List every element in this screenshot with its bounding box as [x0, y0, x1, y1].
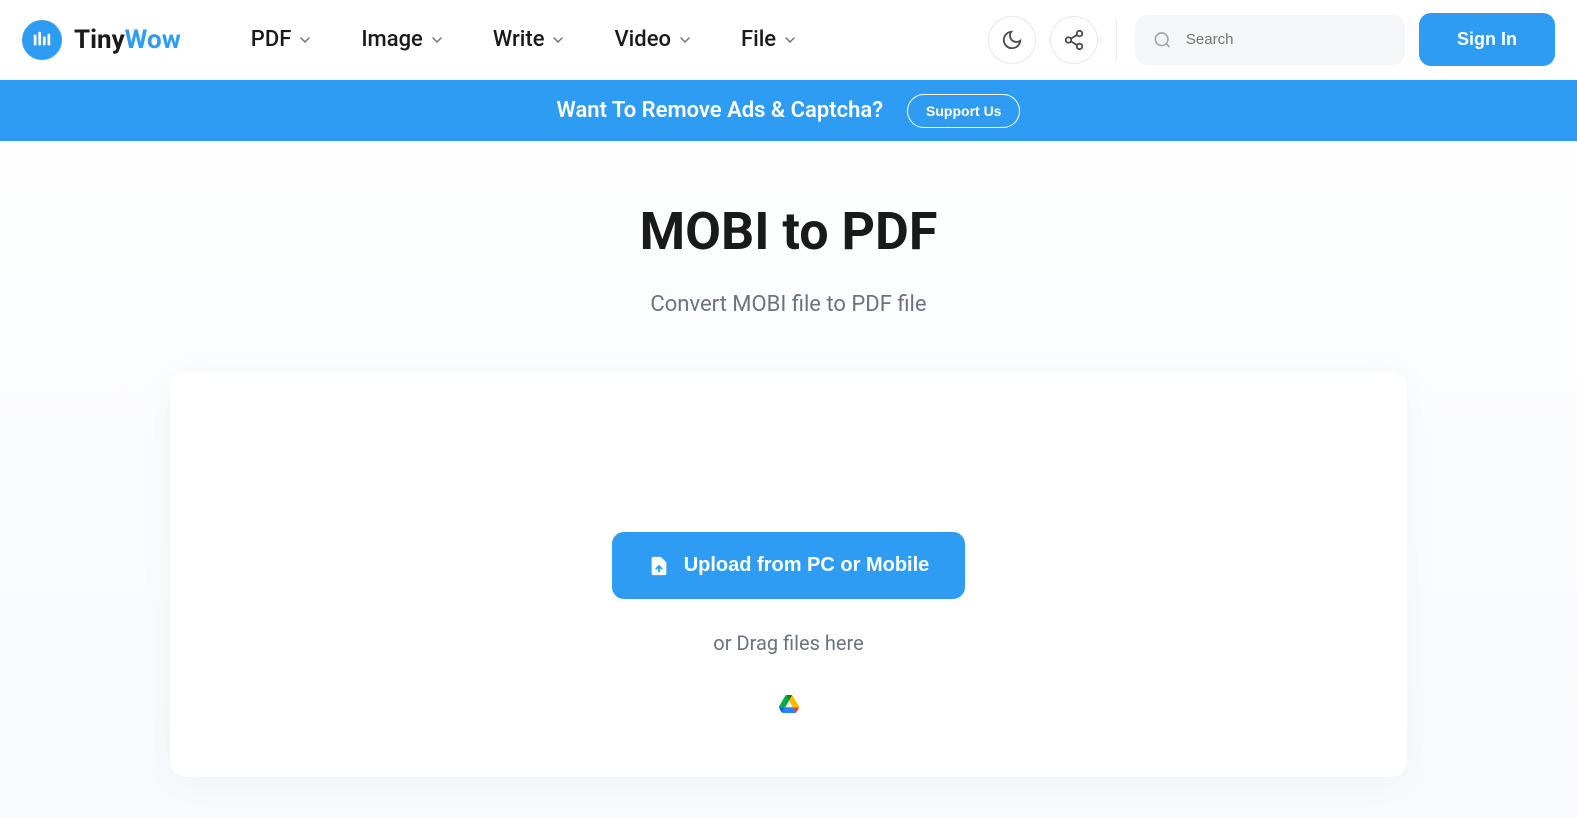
drag-text: or Drag files here	[210, 631, 1367, 655]
page-title: MOBI to PDF	[20, 201, 1557, 262]
nav-label: Video	[614, 27, 670, 52]
google-drive-button[interactable]	[779, 695, 799, 713]
nav-item-file[interactable]: File	[741, 27, 796, 52]
nav-item-image[interactable]: Image	[361, 27, 443, 52]
nav-item-write[interactable]: Write	[493, 27, 565, 52]
moon-icon	[1001, 29, 1023, 51]
main: MOBI to PDF Convert MOBI file to PDF fil…	[0, 141, 1577, 817]
divider	[1116, 20, 1117, 60]
header: TinyWow PDF Image Write Video File	[0, 0, 1577, 80]
upload-button[interactable]: Upload from PC or Mobile	[612, 532, 966, 599]
nav: PDF Image Write Video File	[251, 27, 988, 52]
logo[interactable]: TinyWow	[22, 20, 181, 60]
chevron-down-icon	[299, 34, 311, 46]
page-subtitle: Convert MOBI file to PDF file	[20, 292, 1557, 317]
nav-label: PDF	[251, 27, 292, 52]
chevron-down-icon	[784, 34, 796, 46]
signin-button[interactable]: Sign In	[1419, 13, 1555, 66]
support-button[interactable]: Support Us	[907, 94, 1020, 128]
chevron-down-icon	[552, 34, 564, 46]
google-drive-icon	[779, 695, 799, 713]
chevron-down-icon	[431, 34, 443, 46]
promo-banner: Want To Remove Ads & Captcha? Support Us	[0, 80, 1577, 141]
upload-label: Upload from PC or Mobile	[684, 554, 930, 577]
dark-mode-button[interactable]	[988, 16, 1036, 64]
search-input[interactable]	[1186, 31, 1387, 48]
chevron-down-icon	[679, 34, 691, 46]
search-icon	[1153, 29, 1172, 51]
nav-label: File	[741, 27, 776, 52]
share-icon	[1063, 29, 1085, 51]
file-upload-icon	[648, 555, 670, 577]
share-button[interactable]	[1050, 16, 1098, 64]
logo-icon	[22, 20, 62, 60]
upload-card[interactable]: Upload from PC or Mobile or Drag files h…	[170, 372, 1407, 777]
nav-item-pdf[interactable]: PDF	[251, 27, 312, 52]
nav-label: Write	[493, 27, 545, 52]
banner-text: Want To Remove Ads & Captcha?	[557, 98, 884, 123]
header-right: Sign In	[988, 13, 1555, 66]
nav-item-video[interactable]: Video	[614, 27, 690, 52]
search-box[interactable]	[1135, 15, 1405, 65]
logo-text: TinyWow	[74, 25, 181, 55]
nav-label: Image	[361, 27, 423, 52]
